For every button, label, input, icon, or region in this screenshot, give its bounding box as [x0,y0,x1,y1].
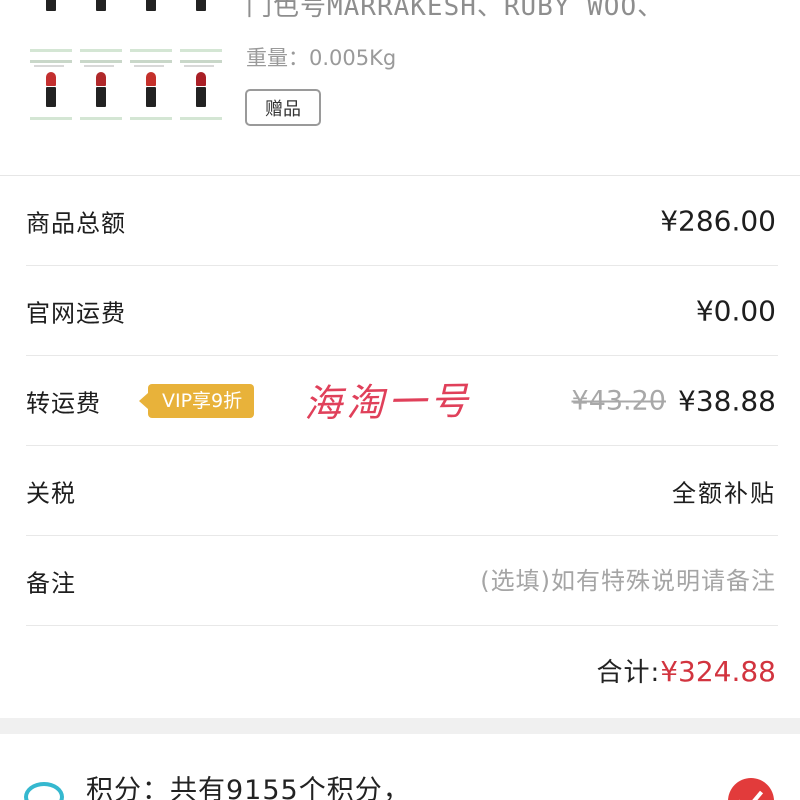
transit-fee-original-price: ¥43.20 [571,385,666,417]
transit-fee-label: 转运费 [26,389,101,418]
order-total: 合计:¥324.88 [596,652,776,689]
lipstick-icon [146,72,156,107]
official-shipping-label: 官网运费 [26,299,126,328]
lipstick-icon [46,72,56,107]
order-total-label: 合计: [596,658,661,688]
lipstick-icon [46,0,56,11]
lipstick-icon [196,72,206,107]
official-shipping-row: 官网运费 ¥0.00 [0,266,800,356]
lipstick-icon [196,0,206,11]
transit-fee-value: ¥38.88 [678,384,776,418]
lipstick-swatch [178,58,224,120]
lipstick-icon [96,72,106,107]
tariff-label: 关税 [26,479,76,508]
transit-fee-row: 转运费 VIP享9折 海淘一号 ¥43.20 ¥38.88 [0,356,800,446]
product-card: 门色号MARRAKESH、RUBY WOO、 重量：0.005Kg 赠品 [0,0,800,175]
lipstick-swatch [78,58,124,120]
tariff-value: 全额补贴 [672,479,776,508]
remark-input[interactable] [396,561,776,601]
remark-row: 备注 [0,536,800,626]
points-section: 积分：共有9155个积分， [0,734,800,800]
goods-total-row: 商品总额 ¥286.00 [0,176,800,266]
lipstick-swatch-grid [28,0,228,120]
order-total-value: ¥324.88 [660,655,776,688]
lipstick-icon [96,0,106,11]
points-coin-icon [24,782,64,800]
product-title: 门色号MARRAKESH、RUBY WOO、 [246,0,665,22]
product-weight: 重量：0.005Kg [246,46,397,70]
lipstick-icon [146,0,156,11]
goods-total-label: 商品总额 [26,209,126,238]
lipstick-swatch [28,58,74,120]
lipstick-swatch [28,0,74,52]
row-divider [26,625,778,626]
gift-tag: 赠品 [245,89,321,126]
points-check-toggle[interactable] [728,778,774,800]
official-shipping-value: ¥0.00 [695,294,776,328]
lipstick-swatch [78,0,124,52]
lipstick-swatch [128,58,174,120]
lipstick-swatch [178,0,224,52]
watermark-text: 海淘一号 [303,378,473,426]
vip-discount-badge: VIP享9折 [138,384,255,418]
tariff-row: 关税 全额补贴 [0,446,800,536]
lipstick-swatch [128,0,174,52]
remark-label: 备注 [26,569,76,598]
section-gap [0,718,800,734]
goods-total-value: ¥286.00 [660,204,776,238]
product-image[interactable] [28,0,228,125]
points-text: 积分：共有9155个积分， [86,775,411,800]
